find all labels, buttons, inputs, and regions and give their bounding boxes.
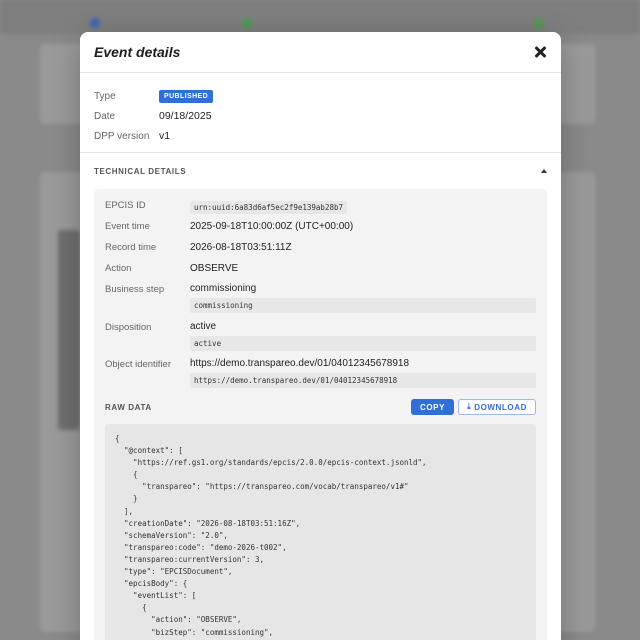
background-dot xyxy=(534,18,544,28)
disposition-label: Disposition xyxy=(105,322,152,333)
technical-details-heading: TECHNICAL DETAILS xyxy=(94,166,187,176)
caret-up-icon xyxy=(541,169,547,173)
raw-data-box: { "@context": [ "https://ref.gs1.org/sta… xyxy=(105,424,536,640)
date-value: 09/18/2025 xyxy=(159,110,212,122)
download-button[interactable]: ⤓ DOWNLOAD xyxy=(458,399,536,415)
event-details-modal: Event details Type PUBLISHED Date 09/18/… xyxy=(80,32,561,640)
disposition-row: Disposition active active xyxy=(105,319,536,356)
background-strip xyxy=(58,230,80,430)
version-value: v1 xyxy=(159,130,171,142)
record-time-value: 2026-08-18T03:51:11Z xyxy=(190,242,292,253)
disposition-value: active xyxy=(190,321,217,332)
modal-header: Event details xyxy=(80,32,561,73)
status-badge: PUBLISHED xyxy=(159,89,214,103)
action-row: Action OBSERVE xyxy=(105,260,536,281)
business-step-row: Business step commissioning commissionin… xyxy=(105,281,536,319)
version-row: DPP version v1 xyxy=(94,126,547,146)
event-time-row: Event time 2025-09-18T10:00:00Z (UTC+00:… xyxy=(105,218,536,239)
business-step-code: commissioning xyxy=(190,298,536,313)
event-summary: Type PUBLISHED Date 09/18/2025 DPP versi… xyxy=(80,73,561,153)
raw-json: { "@context": [ "https://ref.gs1.org/sta… xyxy=(115,434,427,640)
version-label: DPP version xyxy=(94,130,150,142)
action-label: Action xyxy=(105,263,132,274)
modal-title: Event details xyxy=(94,44,181,60)
object-identifier-row: Object identifier https://demo.transpare… xyxy=(105,356,536,388)
object-identifier-code: https://demo.transpareo.dev/01/040123456… xyxy=(190,373,536,388)
type-label: Type xyxy=(94,90,116,102)
background-dot xyxy=(242,18,252,28)
action-value: OBSERVE xyxy=(190,263,239,274)
object-identifier-value: https://demo.transpareo.dev/01/040123456… xyxy=(190,358,410,369)
background-topbar xyxy=(0,0,640,34)
event-time-label: Event time xyxy=(105,221,150,232)
disposition-code: active xyxy=(190,336,536,351)
record-time-row: Record time 2026-08-18T03:51:11Z xyxy=(105,239,536,260)
date-label: Date xyxy=(94,110,116,122)
business-step-label: Business step xyxy=(105,284,165,295)
download-button-label: DOWNLOAD xyxy=(474,402,527,412)
type-row: Type PUBLISHED xyxy=(94,86,547,106)
epcis-id-row: EPCIS ID urn:uuid:6a83d6af5ec2f9e139ab28… xyxy=(105,197,536,218)
copy-button[interactable]: COPY xyxy=(410,399,455,415)
raw-data-actions: COPY ⤓ DOWNLOAD xyxy=(410,399,536,415)
record-time-label: Record time xyxy=(105,242,157,253)
business-step-value: commissioning xyxy=(190,283,257,294)
date-row: Date 09/18/2025 xyxy=(94,106,547,126)
technical-details-toggle[interactable]: TECHNICAL DETAILS xyxy=(80,153,561,189)
epcis-id-value: urn:uuid:6a83d6af5ec2f9e139ab28b7 xyxy=(190,201,348,214)
download-icon: ⤓ xyxy=(467,402,472,411)
close-icon[interactable] xyxy=(533,45,547,59)
technical-details-panel: EPCIS ID urn:uuid:6a83d6af5ec2f9e139ab28… xyxy=(94,189,547,640)
raw-data-heading: RAW DATA xyxy=(105,402,152,412)
object-identifier-label: Object identifier xyxy=(105,359,172,370)
raw-data-header: RAW DATA COPY ⤓ DOWNLOAD xyxy=(105,398,536,416)
background-dot xyxy=(90,18,100,28)
epcis-id-label: EPCIS ID xyxy=(105,200,146,211)
event-time-value: 2025-09-18T10:00:00Z (UTC+00:00) xyxy=(190,221,354,232)
